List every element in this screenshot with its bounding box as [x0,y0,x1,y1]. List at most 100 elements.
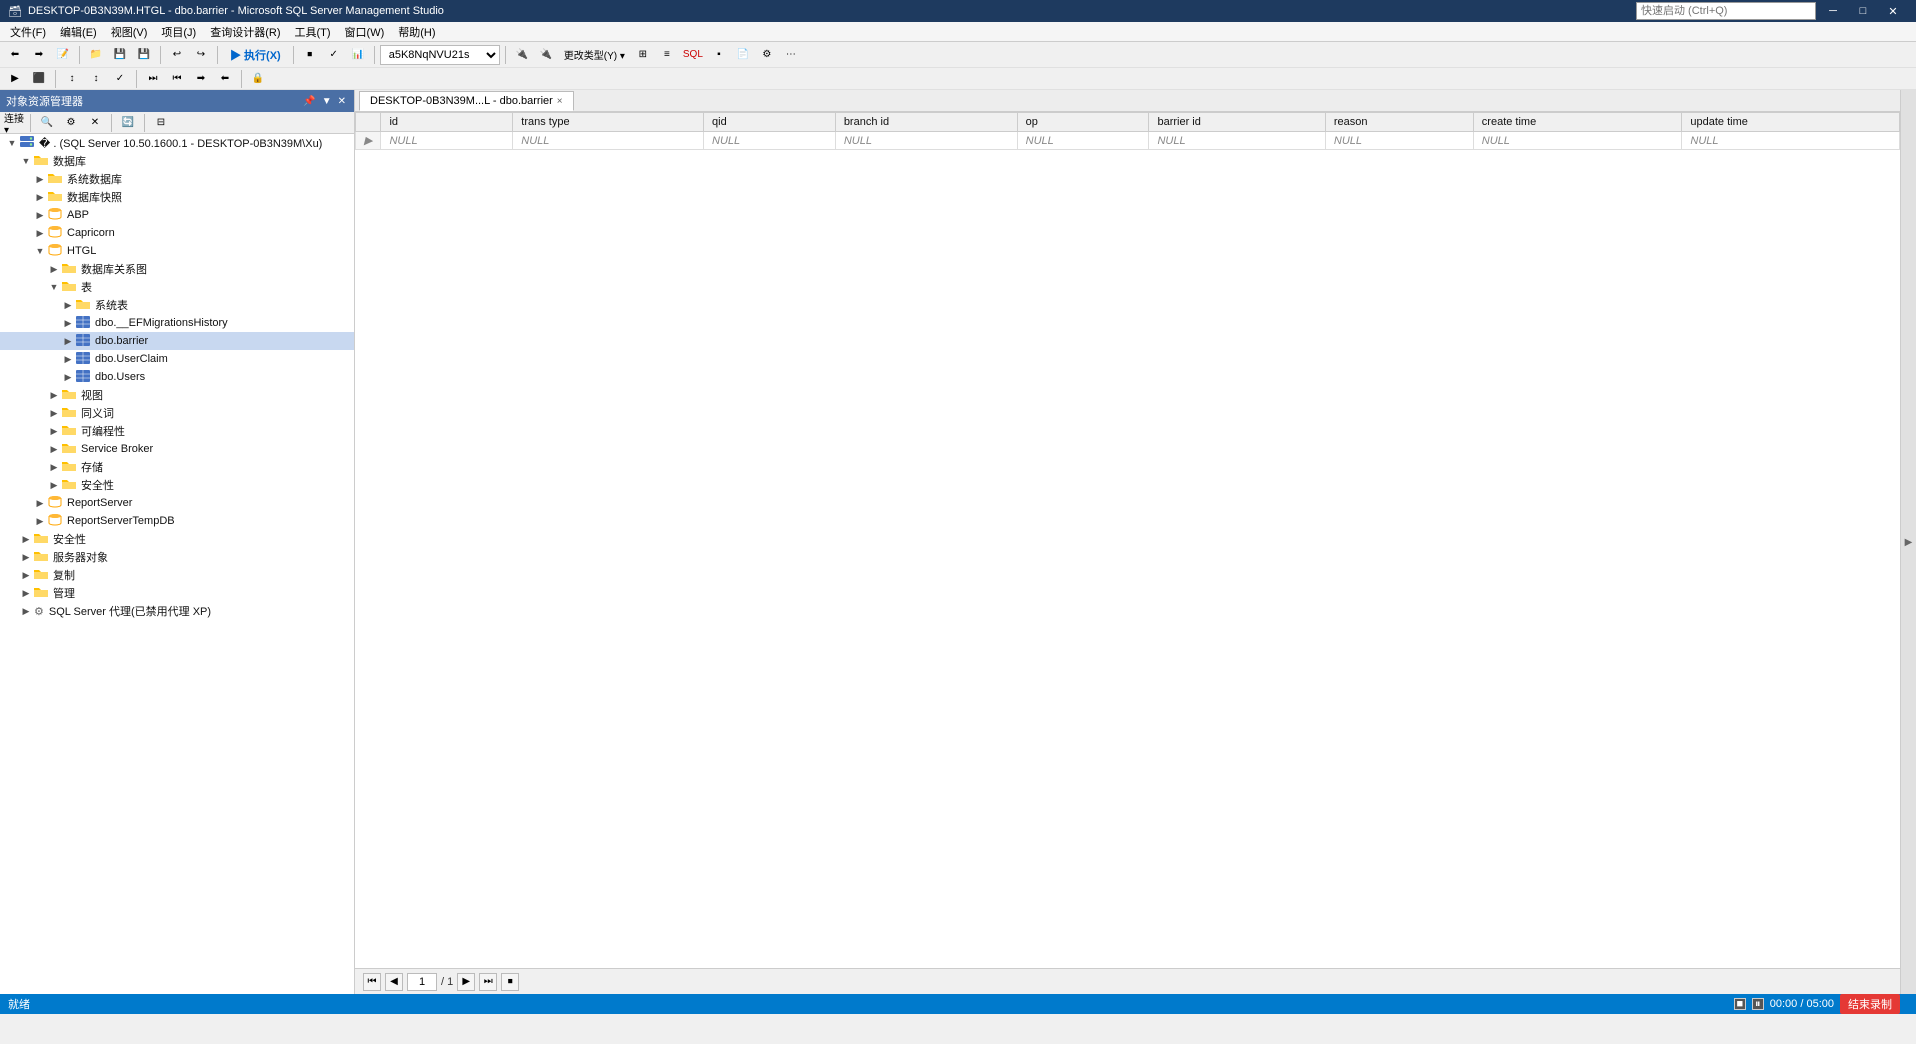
cell-7[interactable]: NULL [1473,132,1682,150]
tree-item-htgl-diagram[interactable]: ▶数据库关系图 [0,260,354,278]
prev-page-btn[interactable]: ◀ [385,973,403,991]
tb-execute-btn[interactable]: ▶ 执行(X) [223,45,288,65]
tree-item-management[interactable]: ▶管理 [0,584,354,602]
menu-item[interactable]: 帮助(H) [392,23,441,41]
next-page-btn[interactable]: ▶ [457,973,475,991]
tree-item-server-objects[interactable]: ▶服务器对象 [0,548,354,566]
tb-results-btn[interactable]: 📊 [347,45,369,65]
tb-text-btn[interactable]: ≡ [656,45,678,65]
recording-stop-btn[interactable]: ■ [1734,998,1746,1010]
tree-expand-programmability[interactable]: ▶ [46,426,62,437]
tree-item-synonyms[interactable]: ▶同义词 [0,404,354,422]
tab-close-btn[interactable]: × [557,96,563,107]
cell-3[interactable]: NULL [835,132,1017,150]
tree-item-efmigrations[interactable]: ▶dbo.__EFMigrationsHistory [0,314,354,332]
tb-save-btn[interactable]: 💾 [109,45,131,65]
tree-expand-databases[interactable]: ▼ [18,156,34,166]
tree-expand-htgl-tables[interactable]: ▼ [46,282,62,292]
tb2-btn1[interactable]: ▶ [4,69,26,89]
tree-item-replication[interactable]: ▶复制 [0,566,354,584]
tb-redo-btn[interactable]: ↪ [190,45,212,65]
tree-expand-sqlagent[interactable]: ▶ [18,606,34,617]
tree-expand-barrier[interactable]: ▶ [60,336,76,347]
tree-item-views[interactable]: ▶视图 [0,386,354,404]
tree-expand-htgl[interactable]: ▼ [32,246,48,256]
tree-item-sqlagent[interactable]: ▶⚙SQL Server 代理(已禁用代理 XP) [0,602,354,620]
tree-item-snapshots[interactable]: ▶数据库快照 [0,188,354,206]
menu-item[interactable]: 项目(J) [155,23,202,41]
menu-item[interactable]: 文件(F) [4,23,52,41]
cell-1[interactable]: NULL [513,132,704,150]
tree-expand-efmigrations[interactable]: ▶ [60,318,76,329]
sidebar-refresh-btn[interactable]: 🔄 [117,113,139,133]
tree-expand-server-objects[interactable]: ▶ [18,552,34,563]
tree-expand-htgl-diagram[interactable]: ▶ [46,264,62,275]
tree-expand-capricorn[interactable]: ▶ [32,228,48,239]
menu-item[interactable]: 查询设计器(R) [204,23,286,41]
active-tab[interactable]: DESKTOP-0B3N39M...L - dbo.barrier × [359,91,574,111]
tb-saveall-btn[interactable]: 💾 [133,45,155,65]
tree-item-htgl[interactable]: ▼HTGL [0,242,354,260]
tb2-btn7[interactable]: ⏮ [166,69,188,89]
tree-item-server[interactable]: ▼� . (SQL Server 10.50.1600.1 - DESKTOP-… [0,134,354,152]
menu-item[interactable]: 工具(T) [289,23,337,41]
tree-item-system-dbs[interactable]: ▶系统数据库 [0,170,354,188]
tb-changetype-btn[interactable]: 更改类型(Y) ▾ [559,45,630,65]
sidebar-close-btn[interactable]: ✕ [336,96,348,107]
tree-item-reportserver[interactable]: ▶ReportServer [0,494,354,512]
tree-expand-server[interactable]: ▼ [4,138,20,148]
tree-item-barrier[interactable]: ▶dbo.barrier [0,332,354,350]
tree-expand-abp[interactable]: ▶ [32,210,48,221]
minimize-button[interactable]: ─ [1818,0,1848,22]
menu-item[interactable]: 窗口(W) [339,23,391,41]
cell-5[interactable]: NULL [1149,132,1325,150]
tb-stop-btn[interactable]: ⏹ [299,45,321,65]
tree-item-capricorn[interactable]: ▶Capricorn [0,224,354,242]
tree-expand-system-dbs[interactable]: ▶ [32,174,48,185]
tb-more-btn[interactable]: ▪ [708,45,730,65]
recording-end-btn[interactable]: 结束录制 [1840,994,1900,1014]
sidebar-collapse-btn[interactable]: ⊟ [150,113,172,133]
sidebar-stop-filter-btn[interactable]: ✕ [84,113,106,133]
tb2-btn3[interactable]: ↕ [61,69,83,89]
tree-item-databases[interactable]: ▼数据库 [0,152,354,170]
sidebar-filter2-btn[interactable]: ⚙ [60,113,82,133]
right-panel-collapse[interactable]: ▶ [1900,90,1916,994]
tree-expand-storage[interactable]: ▶ [46,462,62,473]
tree-expand-views[interactable]: ▶ [46,390,62,401]
tree-expand-synonyms[interactable]: ▶ [46,408,62,419]
sidebar-pin-btn[interactable]: 📌 [301,96,317,107]
tree-expand-userclaim[interactable]: ▶ [60,354,76,365]
tree-item-htgl-systables[interactable]: ▶系统表 [0,296,354,314]
tb2-btn8[interactable]: ➡ [190,69,212,89]
tree-expand-security[interactable]: ▶ [46,480,62,491]
tb2-btn4[interactable]: ↕ [85,69,107,89]
tb-grid-btn[interactable]: ⊞ [632,45,654,65]
tree-item-storage[interactable]: ▶存储 [0,458,354,476]
cell-0[interactable]: NULL [381,132,513,150]
tb-open-btn[interactable]: 📁 [85,45,107,65]
first-page-btn[interactable]: ⏮ [363,973,381,991]
tb-disconnect-btn[interactable]: 🔌 [535,45,557,65]
cell-8[interactable]: NULL [1682,132,1900,150]
page-number-input[interactable] [407,973,437,991]
cell-2[interactable]: NULL [704,132,836,150]
connection-dropdown[interactable]: a5K8NqNVU21s [380,45,500,65]
tree-item-htgl-tables[interactable]: ▼表 [0,278,354,296]
tree-item-programmability[interactable]: ▶可编程性 [0,422,354,440]
tree-expand-snapshots[interactable]: ▶ [32,192,48,203]
sidebar-connect-btn[interactable]: 连接▾ [3,113,25,133]
tb-new-query-btn[interactable]: 📝 [52,45,74,65]
tree-item-users[interactable]: ▶dbo.Users [0,368,354,386]
tb2-btn10[interactable]: 🔒 [247,69,269,89]
quick-launch-input[interactable] [1636,2,1816,20]
tb-extra-btn[interactable]: ⋯ [780,45,802,65]
tb2-btn6[interactable]: ⏭ [142,69,164,89]
tree-expand-replication[interactable]: ▶ [18,570,34,581]
last-page-btn[interactable]: ⏭ [479,973,497,991]
tb-forward-btn[interactable]: ➡ [28,45,50,65]
tree-item-servicebroker[interactable]: ▶Service Broker [0,440,354,458]
tree-item-abp[interactable]: ▶ABP [0,206,354,224]
close-button[interactable]: ✕ [1878,0,1908,22]
tb-sql-btn[interactable]: SQL [680,45,706,65]
